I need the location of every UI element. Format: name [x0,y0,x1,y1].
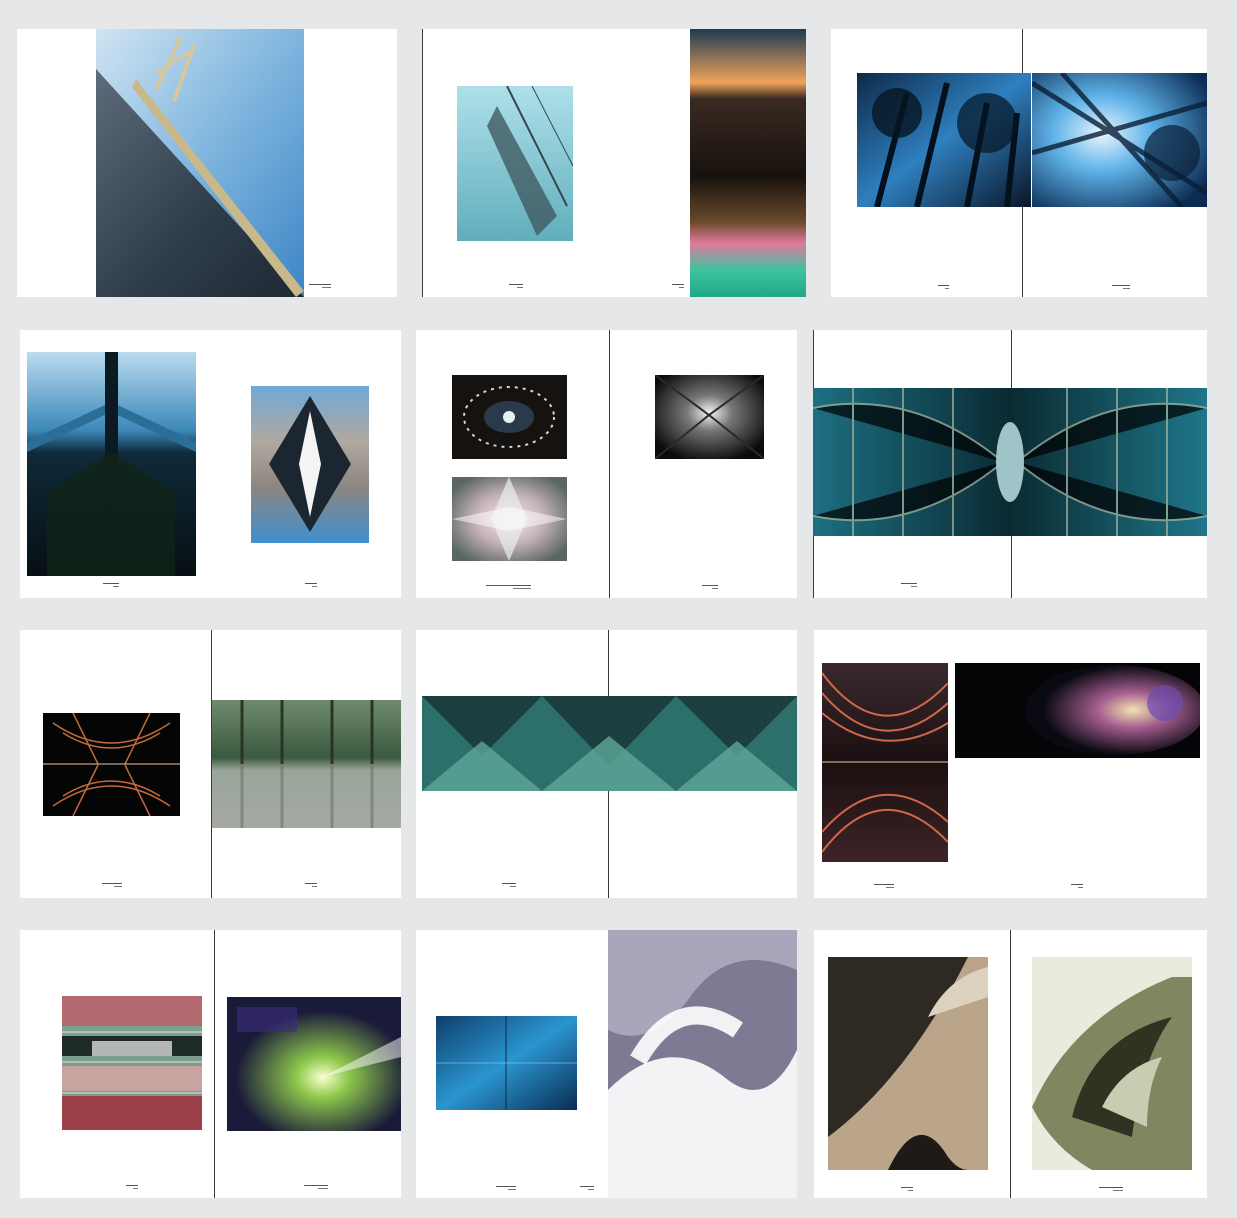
folio [938,285,949,290]
spread-11[interactable] [416,930,797,1198]
folio [1112,285,1130,290]
folio [496,1186,516,1191]
folio [901,583,917,588]
spread-2[interactable] [422,29,806,297]
mirrored-forest-photo [212,700,401,828]
spread-5[interactable] [416,330,797,598]
bridge-photo [96,29,304,297]
glass-tunnel-photo [813,388,1207,536]
spread-10[interactable] [20,930,401,1198]
spread-8[interactable] [416,630,797,898]
orange-tunnel-photo [43,713,180,816]
spread-3[interactable] [831,29,1207,297]
colorful-building-photo [62,996,202,1130]
folio [102,883,122,888]
spread-12[interactable] [814,930,1207,1198]
folio [486,585,531,590]
gutter [609,330,610,598]
folio [1099,1187,1123,1192]
spread-7[interactable] [20,630,401,898]
folio [126,1185,138,1190]
teal-kaleidoscope-photo [422,696,797,791]
light-flare-photo [227,997,401,1131]
folio [309,284,331,289]
folio [502,883,516,888]
kaleidoscope-pink-photo [452,477,567,561]
folio [901,1187,913,1192]
spiral-curve-photo [1032,957,1192,1170]
spread-1[interactable] [17,29,397,297]
gutter [1010,930,1011,1198]
kaleidoscope-lights-photo [452,375,567,459]
white-curves-photo [608,930,797,1198]
folio [305,883,317,888]
red-ribs-photo [822,663,948,862]
folio [672,284,684,289]
folio [1071,884,1083,889]
kaleidoscope-dark-photo [655,375,764,459]
colorful-sculpture-photo [955,663,1200,758]
palms-light-photo [1032,73,1207,207]
railway-photo [457,86,573,241]
gutter [422,29,423,297]
folio [509,284,523,289]
sand-curve-photo [828,957,988,1170]
mirrored-building-photo [27,352,196,576]
blue-gradient-photo [436,1016,577,1110]
folio [874,884,894,889]
folio [305,583,317,588]
gutter [214,930,215,1198]
spread-6[interactable] [813,330,1207,598]
spread-9[interactable] [814,630,1207,898]
folio [702,585,718,590]
folio [304,1185,328,1190]
folio [580,1186,594,1191]
folio [103,583,119,588]
palms-dark-photo [857,73,1031,207]
mirrored-street-photo [251,386,369,543]
spread-4[interactable] [20,330,401,598]
sunset-photo [690,29,806,297]
